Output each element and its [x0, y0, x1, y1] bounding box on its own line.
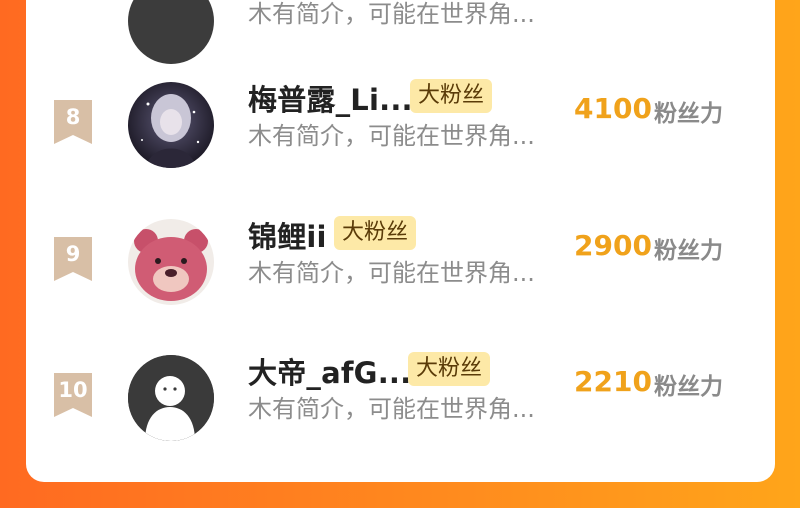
username[interactable]: 梅普露_Li...	[248, 77, 413, 119]
intro-text: 木有简介，可能在世界角...	[248, 395, 535, 423]
avatar-anime-girl[interactable]	[128, 82, 214, 168]
fan-power-label: 粉丝力	[654, 238, 723, 264]
fan-level-badge: 大粉丝	[408, 352, 491, 386]
fan-power-label: 粉丝力	[654, 374, 723, 400]
rank-badge: 9	[54, 237, 92, 281]
avatar[interactable]	[128, 0, 214, 64]
intro-text: 木有简介，可能在世界角...	[248, 259, 535, 287]
username[interactable]: 大帝_afG...	[248, 350, 411, 392]
fan-level-badge: 大粉丝	[410, 79, 493, 113]
ranking-row[interactable]: 9 锦鲤ii 大粉丝 木有简介，可能在世界角... 2900 粉丝力	[26, 216, 775, 329]
fan-power-value: 2900	[574, 229, 652, 262]
fan-power-value: 4100	[574, 92, 652, 125]
rank-badge: 10	[54, 373, 92, 417]
fan-power-value: 2210	[574, 365, 652, 398]
avatar-pink-bear[interactable]	[128, 219, 214, 305]
intro-text: 木有简介，可能在世界角...	[248, 122, 535, 150]
ranking-row[interactable]: 10 大帝_afG... 大粉丝 木有简介，可能在世界角... 2210 粉丝力	[26, 352, 775, 465]
fan-ranking-card: 木有简介，可能在世界角... 8 梅普露_Li... 大粉丝 木有简介，可能在世…	[26, 0, 775, 482]
username[interactable]: 锦鲤ii	[248, 214, 327, 256]
fan-level-badge: 大粉丝	[334, 216, 417, 250]
avatar-default-person[interactable]	[128, 355, 214, 441]
ranking-row[interactable]: 8 梅普露_Li... 大粉丝 木有简介，可能在世界角... 4100 粉丝力	[26, 79, 775, 192]
fan-power-label: 粉丝力	[654, 101, 723, 127]
rank-badge: 8	[54, 100, 92, 144]
intro-text: 木有简介，可能在世界角...	[248, 0, 535, 28]
